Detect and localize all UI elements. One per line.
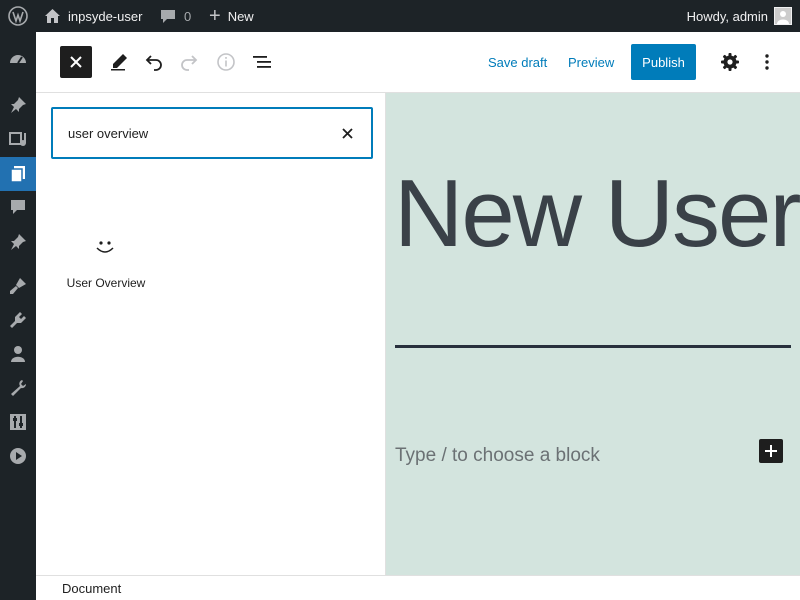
breadcrumb-document[interactable]: Document	[62, 581, 121, 596]
editor-toolbar: Save draft Preview Publish	[36, 32, 800, 93]
new-label: New	[227, 8, 254, 24]
block-inserter-panel: User Overview	[36, 93, 386, 575]
close-icon	[341, 127, 353, 139]
dashboard-icon[interactable]	[0, 43, 36, 77]
block-result-user-overview[interactable]: User Overview	[61, 233, 151, 293]
list-view-icon	[253, 56, 271, 68]
options-button[interactable]	[753, 48, 781, 76]
plus-icon: +	[209, 5, 221, 27]
block-search-input[interactable]	[68, 109, 318, 157]
post-title[interactable]: New User	[394, 161, 800, 267]
clear-search-button[interactable]	[337, 123, 357, 143]
list-view-button[interactable]	[248, 48, 276, 76]
details-button[interactable]	[212, 48, 240, 76]
comments-icon[interactable]	[0, 190, 36, 224]
comment-bubble-icon	[160, 9, 176, 24]
comments-link[interactable]: 0	[160, 0, 191, 32]
redo-icon	[181, 55, 198, 71]
new-content-link[interactable]: + New	[209, 0, 254, 32]
preview-button[interactable]: Preview	[568, 32, 614, 92]
pencil-icon	[111, 54, 127, 71]
close-icon	[70, 56, 82, 68]
close-inserter-button[interactable]	[60, 46, 92, 78]
posts-icon[interactable]	[0, 88, 36, 122]
pages-icon[interactable]	[0, 157, 44, 191]
block-search-field	[51, 107, 373, 159]
more-vertical-icon	[765, 54, 769, 70]
publish-button[interactable]: Publish	[631, 44, 696, 80]
plus-icon	[765, 445, 777, 457]
home-icon	[44, 8, 61, 24]
redo-button[interactable]	[175, 48, 203, 76]
comments-count: 0	[184, 8, 192, 24]
info-icon	[217, 53, 235, 71]
admin-bar: inpsyde-user 0 + New Howdy, admin	[0, 0, 800, 32]
pin-icon[interactable]	[0, 225, 36, 259]
avatar	[774, 7, 792, 25]
add-block-button[interactable]	[759, 439, 783, 463]
save-draft-button[interactable]: Save draft	[488, 32, 547, 92]
separator-block[interactable]	[395, 345, 791, 348]
greeting: Howdy, admin	[686, 8, 768, 24]
block-result-label: User Overview	[66, 276, 146, 290]
site-name: inpsyde-user	[68, 8, 143, 24]
smiley-icon	[93, 237, 117, 257]
gear-icon	[721, 53, 739, 71]
site-name-link[interactable]: inpsyde-user	[44, 0, 142, 32]
plugins-icon[interactable]	[0, 303, 36, 337]
tools-icon[interactable]	[0, 371, 36, 405]
tools-button[interactable]	[105, 48, 133, 76]
block-placeholder[interactable]: Type / to choose a block	[395, 445, 600, 467]
wordpress-logo-icon[interactable]	[8, 0, 30, 32]
settings-icon[interactable]	[0, 405, 36, 439]
my-account-link[interactable]: Howdy, admin	[687, 0, 792, 32]
undo-icon	[145, 55, 162, 71]
play-icon[interactable]	[0, 439, 36, 473]
settings-button[interactable]	[716, 48, 744, 76]
admin-menu	[0, 32, 44, 600]
undo-button[interactable]	[140, 48, 168, 76]
editor-footer: Document	[36, 575, 800, 600]
appearance-icon[interactable]	[0, 269, 36, 303]
media-icon[interactable]	[0, 122, 36, 156]
editor-canvas: New User Type / to choose a block	[386, 93, 800, 575]
users-icon[interactable]	[0, 337, 36, 371]
